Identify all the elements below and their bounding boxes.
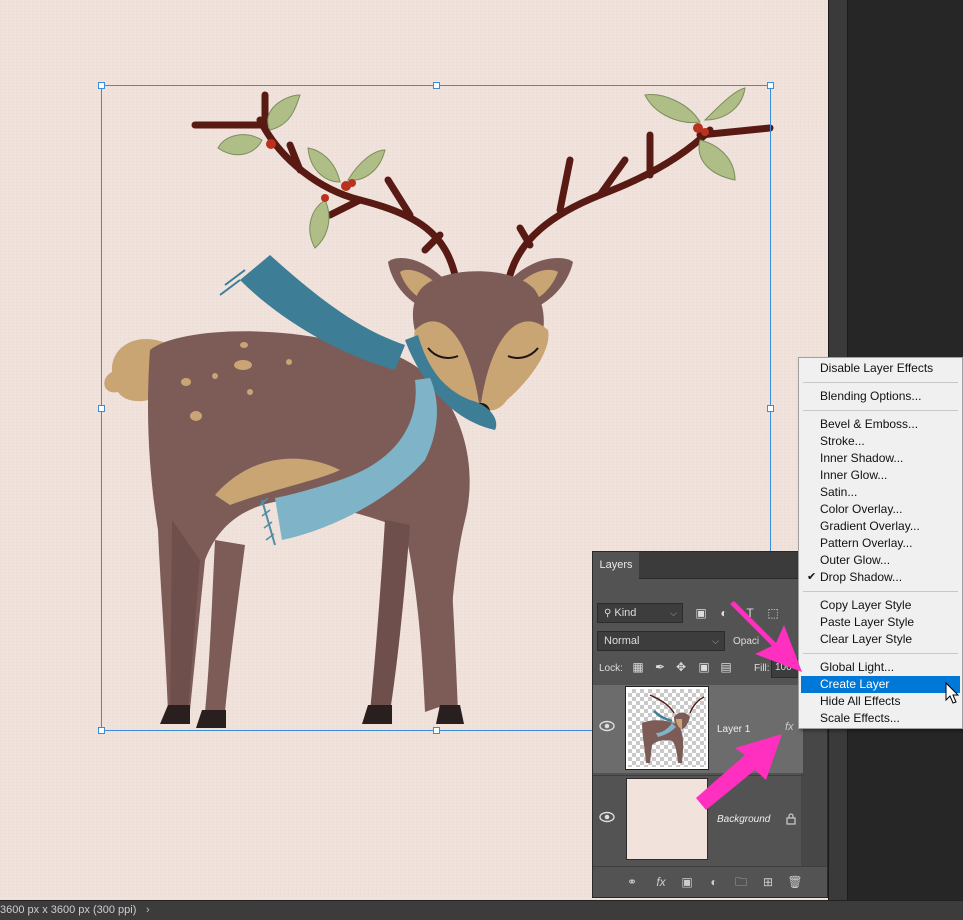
menu-item-gradient-overlay[interactable]: Gradient Overlay... xyxy=(801,518,960,535)
type-filter-icon[interactable]: T xyxy=(743,606,757,620)
deer-thumbnail-image xyxy=(642,694,705,763)
shape-filter-icon[interactable]: ⬚ xyxy=(766,606,780,620)
transform-handle-bottom-left[interactable] xyxy=(98,727,105,734)
layer-row-layer-1[interactable]: Layer 1 fx xyxy=(593,685,803,773)
layer-effects-context-menu: Disable Layer Effects Blending Options..… xyxy=(798,357,963,729)
link-layers-icon[interactable]: ⚭ xyxy=(624,874,640,890)
eye-icon[interactable] xyxy=(599,810,615,824)
menu-separator xyxy=(803,410,958,411)
filter-kind-select[interactable]: ⚲ Kind ⌵ xyxy=(597,603,683,623)
menu-item-hide-all-effects[interactable]: Hide All Effects xyxy=(801,693,960,710)
chevron-down-icon: ⌵ xyxy=(712,636,719,646)
layers-tab-bar: Layers xyxy=(593,552,827,579)
group-folder-icon[interactable]: 🗀 xyxy=(733,874,749,890)
menu-item-blending-options[interactable]: Blending Options... xyxy=(801,388,960,405)
menu-item-scale-effects[interactable]: Scale Effects... xyxy=(801,710,960,727)
checkmark-icon: ✔ xyxy=(807,571,817,583)
transform-handle-top-right[interactable] xyxy=(767,82,774,89)
adjustment-layer-icon[interactable]: ◐ xyxy=(706,874,722,890)
menu-item-bevel-emboss[interactable]: Bevel & Emboss... xyxy=(801,416,960,433)
menu-item-drop-shadow-label: Drop Shadow... xyxy=(820,570,903,584)
menu-item-paste-layer-style[interactable]: Paste Layer Style xyxy=(801,614,960,631)
artboard-lock-icon[interactable]: ▣ xyxy=(697,660,711,674)
menu-item-satin[interactable]: Satin... xyxy=(801,484,960,501)
chevron-down-icon: ⌵ xyxy=(670,608,677,618)
menu-item-pattern-overlay[interactable]: Pattern Overlay... xyxy=(801,535,960,552)
lock-position-icon[interactable]: ✥ xyxy=(674,660,688,674)
lock-image-icon[interactable]: ✒ xyxy=(653,660,667,674)
lock-label: Lock: xyxy=(599,663,623,674)
menu-item-drop-shadow[interactable]: ✔ Drop Shadow... xyxy=(801,569,960,586)
layer-name[interactable]: Background xyxy=(717,814,770,825)
fx-icon[interactable]: fx xyxy=(785,721,794,733)
add-mask-icon[interactable]: ▣ xyxy=(679,874,695,890)
chevron-right-icon[interactable]: › xyxy=(146,901,150,920)
menu-separator xyxy=(803,382,958,383)
menu-item-global-light[interactable]: Global Light... xyxy=(801,659,960,676)
blend-mode-label: Normal xyxy=(604,635,640,647)
filter-kind-label: Kind xyxy=(614,607,637,619)
document-size-info[interactable]: 3600 px x 3600 px (300 ppi) xyxy=(0,901,136,920)
search-icon: ⚲ xyxy=(604,608,612,619)
layer-thumbnail xyxy=(625,686,709,770)
blend-mode-select[interactable]: Normal ⌵ xyxy=(597,631,725,651)
menu-item-copy-layer-style[interactable]: Copy Layer Style xyxy=(801,597,960,614)
fill-input[interactable]: 100 xyxy=(771,658,801,678)
menu-item-disable-layer-effects[interactable]: Disable Layer Effects xyxy=(801,360,960,377)
new-layer-icon[interactable]: ⊞ xyxy=(760,874,776,890)
menu-separator xyxy=(803,591,958,592)
image-filter-icon[interactable]: ▣ xyxy=(694,606,708,620)
fill-label: Fill: xyxy=(754,663,770,674)
opacity-label: Opaci xyxy=(733,636,760,647)
menu-item-color-overlay[interactable]: Color Overlay... xyxy=(801,501,960,518)
background-thumbnail xyxy=(626,778,708,860)
menu-item-outer-glow[interactable]: Outer Glow... xyxy=(801,552,960,569)
status-bar: 3600 px x 3600 px (300 ppi) › xyxy=(0,900,963,920)
layers-bottom-toolbar: ⚭ fx ▣ ◐ 🗀 ⊞ 🗑 xyxy=(593,866,827,897)
layer-row-background[interactable]: Background xyxy=(593,775,803,863)
adjustment-filter-icon[interactable]: ◐ xyxy=(717,606,731,620)
transform-handle-left[interactable] xyxy=(98,405,105,412)
lock-transparent-icon[interactable]: ▦ xyxy=(631,660,645,674)
menu-item-inner-glow[interactable]: Inner Glow... xyxy=(801,467,960,484)
lock-icon xyxy=(786,813,796,825)
layer-name[interactable]: Layer 1 xyxy=(717,724,750,735)
eye-icon[interactable] xyxy=(599,719,615,733)
trash-icon[interactable]: 🗑 xyxy=(787,874,803,890)
menu-item-create-layer[interactable]: Create Layer xyxy=(801,676,960,693)
menu-item-stroke[interactable]: Stroke... xyxy=(801,433,960,450)
menu-separator xyxy=(803,653,958,654)
tab-layers[interactable]: Layers xyxy=(593,552,639,579)
layers-panel: Layers ⚲ Kind ⌵ ▣ ◐ T ⬚ Normal ⌵ Opaci L… xyxy=(592,551,828,898)
menu-item-inner-shadow[interactable]: Inner Shadow... xyxy=(801,450,960,467)
transform-handle-top-left[interactable] xyxy=(98,82,105,89)
lock-all-icon[interactable]: ▤ xyxy=(719,660,733,674)
add-style-fx-icon[interactable]: fx xyxy=(653,874,669,890)
menu-item-clear-layer-style[interactable]: Clear Layer Style xyxy=(801,631,960,648)
transform-handle-right[interactable] xyxy=(767,405,774,412)
transform-handle-top[interactable] xyxy=(433,82,440,89)
transform-handle-bottom[interactable] xyxy=(433,727,440,734)
